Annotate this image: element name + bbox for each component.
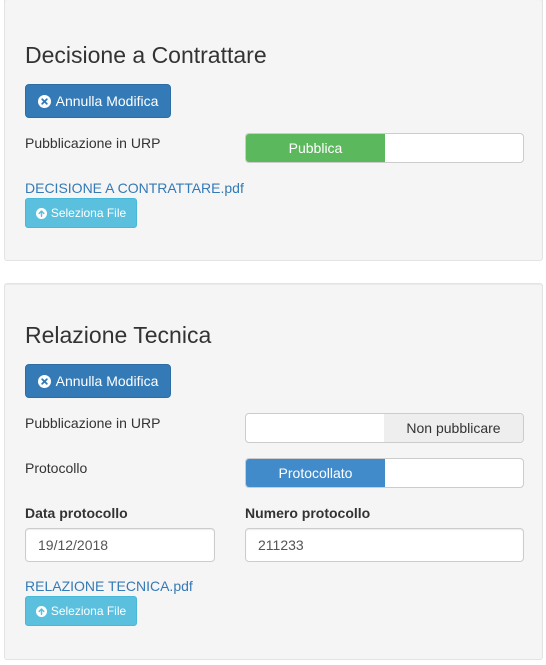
decision-file-link[interactable]: DECISIONE A CONTRATTARE.pdf <box>25 180 244 196</box>
protocol-toggle[interactable]: Protocollato <box>245 458 524 488</box>
cancel-edit-label: Annulla Modifica <box>55 373 159 389</box>
select-file-button[interactable]: Seleziona File <box>25 198 137 228</box>
publication-toggle-on[interactable]: Pubblica <box>246 134 385 162</box>
section-title: Relazione Tecnica <box>25 322 212 348</box>
protocol-label: Protocollo <box>25 460 88 476</box>
upload-circle-icon <box>35 207 47 219</box>
protocol-toggle-off[interactable] <box>384 459 523 487</box>
select-file-button[interactable]: Seleziona File <box>25 596 137 626</box>
section-title: Decisione a Contrattare <box>25 42 267 68</box>
upload-circle-icon <box>35 605 47 617</box>
technical-report-panel: Relazione Tecnica Annulla Modifica Pubbl… <box>4 283 543 660</box>
cancel-edit-button[interactable]: Annulla Modifica <box>25 364 171 398</box>
times-circle-icon <box>37 94 51 108</box>
publication-label: Pubblicazione in URP <box>25 415 161 431</box>
protocol-number-label: Numero protocollo <box>245 505 371 521</box>
times-circle-icon <box>37 374 51 388</box>
protocol-date-label: Data protocollo <box>25 505 128 521</box>
protocol-toggle-on[interactable]: Protocollato <box>246 459 385 487</box>
select-file-label: Seleziona File <box>50 604 127 618</box>
publication-toggle-off[interactable]: Non pubblicare <box>384 414 523 442</box>
cancel-edit-label: Annulla Modifica <box>55 93 159 109</box>
select-file-label: Seleziona File <box>50 206 127 220</box>
protocol-number-input[interactable]: 211233 <box>245 528 524 562</box>
publication-toggle-off[interactable] <box>384 134 523 162</box>
publication-toggle[interactable]: Non pubblicare <box>245 413 524 443</box>
publication-label: Pubblicazione in URP <box>25 135 161 151</box>
technical-report-file-link[interactable]: RELAZIONE TECNICA.pdf <box>25 578 193 594</box>
publication-toggle[interactable]: Pubblica <box>245 133 524 163</box>
publication-toggle-on[interactable] <box>246 414 385 442</box>
cancel-edit-button[interactable]: Annulla Modifica <box>25 84 171 118</box>
decision-panel: Decisione a Contrattare Annulla Modifica… <box>4 0 543 261</box>
protocol-date-input[interactable]: 19/12/2018 <box>25 528 215 562</box>
